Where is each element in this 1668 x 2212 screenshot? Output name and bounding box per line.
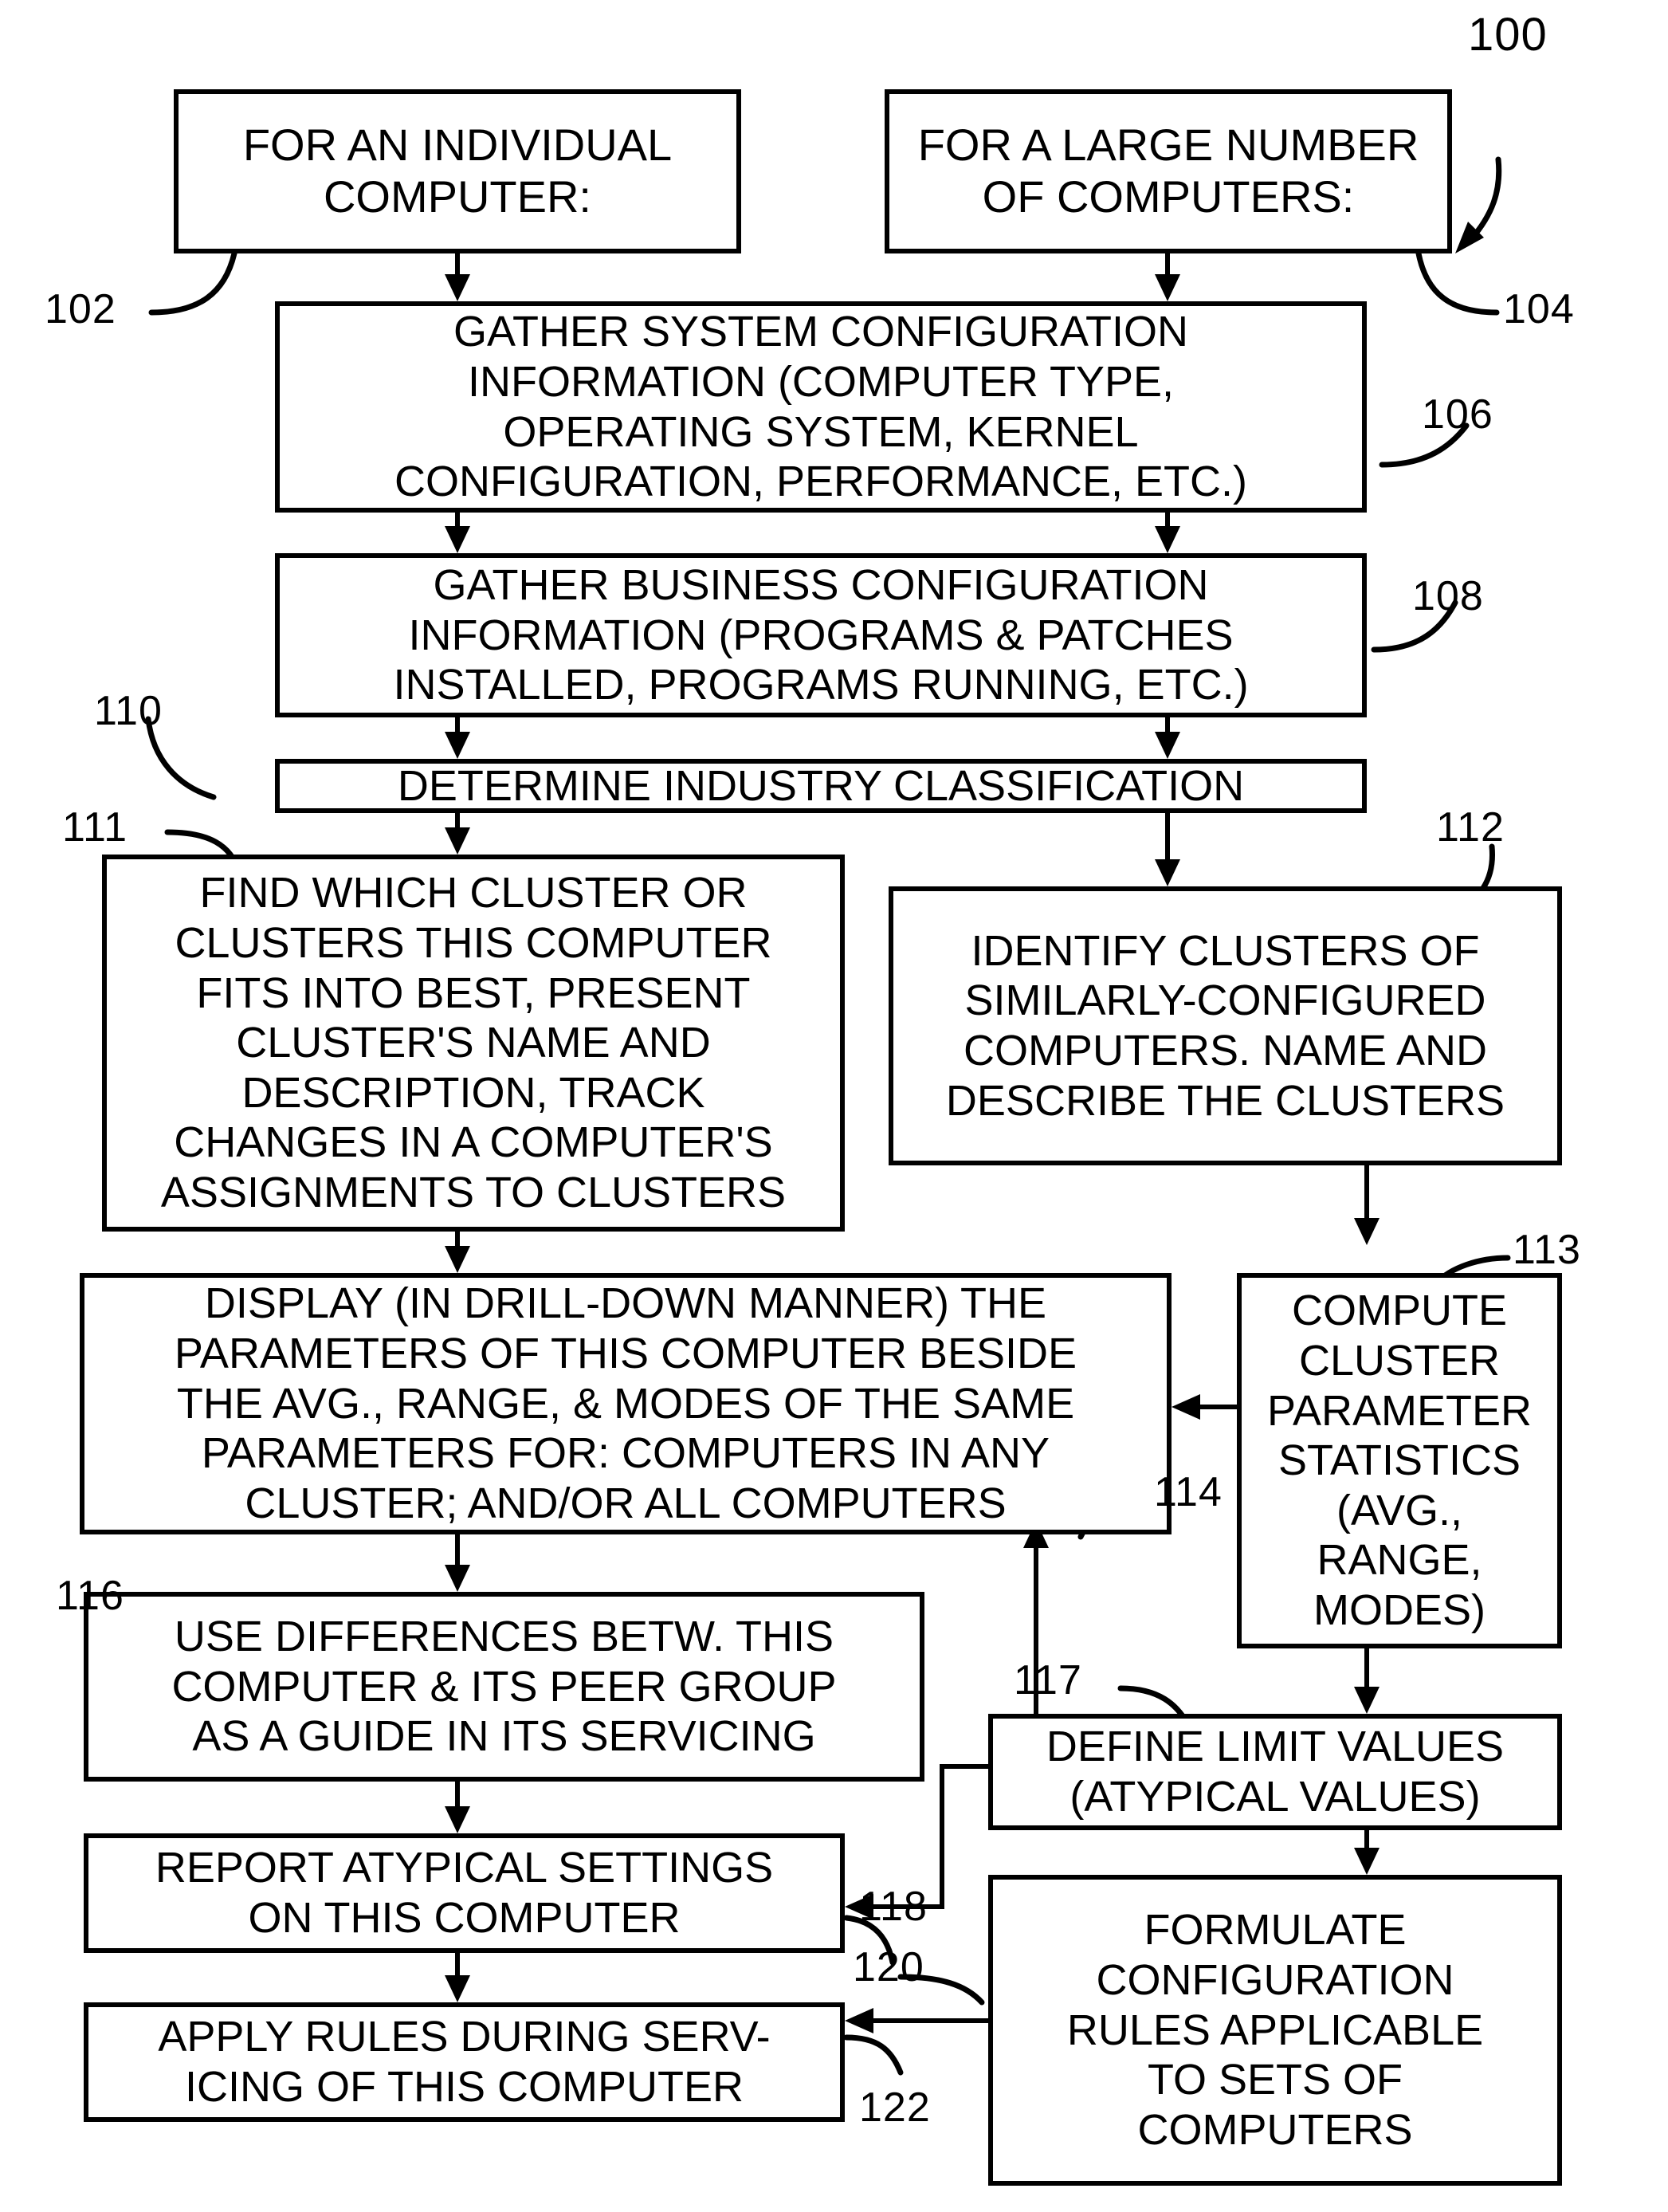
process-box-118: REPORT ATYPICAL SETTINGS ON THIS COMPUTE… xyxy=(84,1833,845,1953)
reference-numeral-104: 104 xyxy=(1503,286,1575,332)
process-box-106: GATHER SYSTEM CONFIGURATION INFORMATION … xyxy=(275,301,1367,513)
reference-numeral-111: 111 xyxy=(62,804,128,851)
reference-numeral-114: 114 xyxy=(1154,1469,1223,1515)
reference-numeral-113: 113 xyxy=(1513,1227,1581,1273)
reference-numeral-110: 110 xyxy=(94,688,163,734)
process-box-102: FOR AN INDIVIDUAL COMPUTER: xyxy=(174,89,741,253)
process-box-113: COMPUTE CLUSTER PARAMETER STATISTICS (AV… xyxy=(1237,1273,1562,1648)
reference-numeral-100: 100 xyxy=(1468,9,1548,61)
reference-numeral-108: 108 xyxy=(1412,573,1484,619)
reference-numeral-120: 120 xyxy=(853,1944,924,1990)
process-box-112: IDENTIFY CLUSTERS OF SIMILARLY-CONFIGURE… xyxy=(889,886,1562,1165)
reference-numeral-122: 122 xyxy=(859,2084,931,2131)
process-box-122: APPLY RULES DURING SERV- ICING OF THIS C… xyxy=(84,2002,845,2122)
reference-numeral-102: 102 xyxy=(45,286,116,332)
process-box-110: DETERMINE INDUSTRY CLASSIFICATION xyxy=(275,759,1367,813)
reference-numeral-112: 112 xyxy=(1436,804,1505,851)
reference-numeral-118: 118 xyxy=(859,1884,928,1930)
reference-numeral-117: 117 xyxy=(1014,1657,1082,1703)
patent-figure-canvas: FOR AN INDIVIDUAL COMPUTER: FOR A LARGE … xyxy=(0,0,1668,2212)
process-box-114: DISPLAY (IN DRILL-DOWN MANNER) THE PARAM… xyxy=(80,1273,1172,1534)
reference-numeral-106: 106 xyxy=(1422,391,1493,438)
process-box-108: GATHER BUSINESS CONFIGURATION INFORMATIO… xyxy=(275,553,1367,717)
process-box-111: FIND WHICH CLUSTER OR CLUSTERS THIS COMP… xyxy=(102,855,845,1232)
reference-numeral-116: 116 xyxy=(56,1573,124,1619)
process-box-120: FORMULATE CONFIGURATION RULES APPLICABLE… xyxy=(988,1875,1562,2186)
process-box-117: DEFINE LIMIT VALUES (ATYPICAL VALUES) xyxy=(988,1714,1562,1830)
process-box-104: FOR A LARGE NUMBER OF COMPUTERS: xyxy=(885,89,1452,253)
process-box-116: USE DIFFERENCES BETW. THIS COMPUTER & IT… xyxy=(84,1592,924,1782)
